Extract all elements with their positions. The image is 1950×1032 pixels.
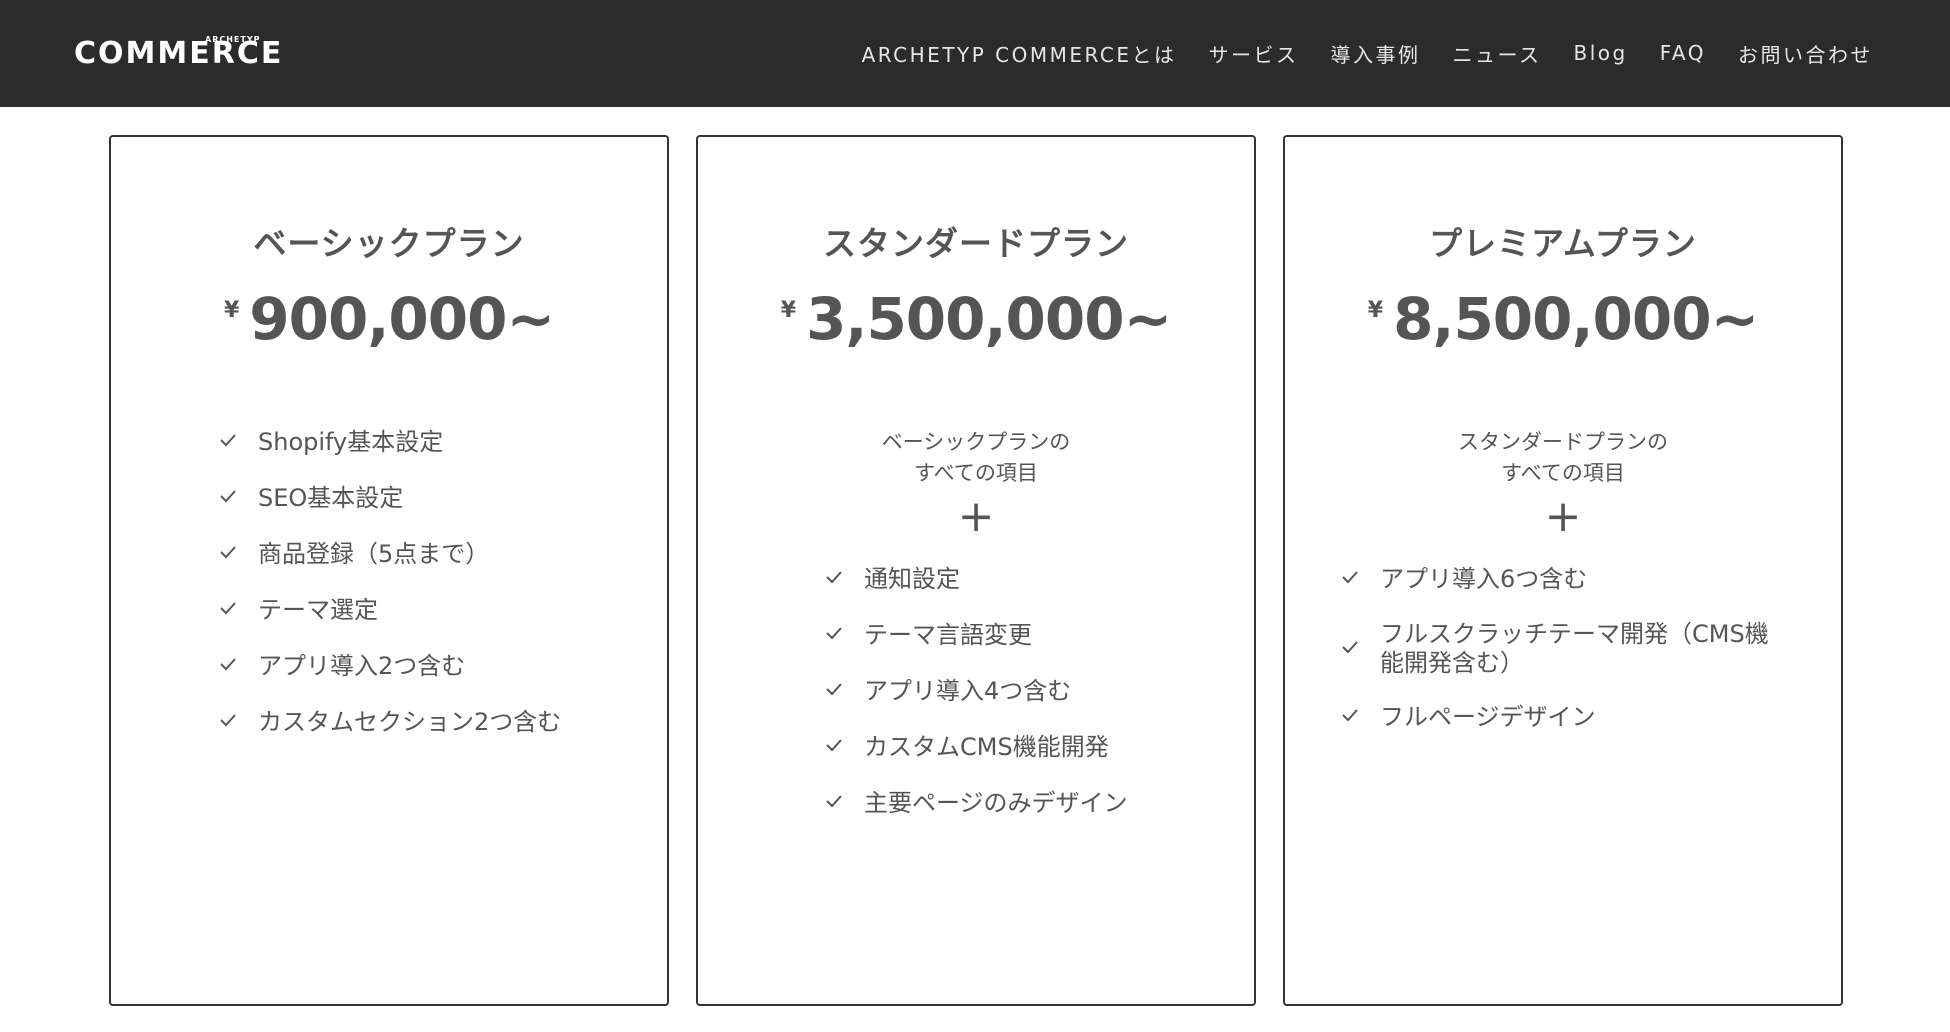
logo-subtitle: ARCHETYP bbox=[205, 35, 261, 44]
feature-item: テーマ言語変更 bbox=[826, 620, 1128, 650]
feature-item: フルページデザイン bbox=[1342, 702, 1782, 732]
check-icon bbox=[826, 794, 842, 808]
plan-card-standard: スタンダードプラン ¥3,500,000~ ベーシックプランの すべての項目 +… bbox=[696, 135, 1256, 1006]
check-icon bbox=[826, 738, 842, 752]
feature-label: カスタムCMS機能開発 bbox=[864, 733, 1109, 761]
feature-item: フルスクラッチテーマ開発（CMS機能開発含む） bbox=[1342, 620, 1782, 678]
feature-label: アプリ導入4つ含む bbox=[864, 677, 1072, 705]
includes-note-line1: スタンダードプランの bbox=[1458, 430, 1668, 454]
feature-label: アプリ導入2つ含む bbox=[258, 652, 466, 680]
feature-item: アプリ導入6つ含む bbox=[1342, 564, 1782, 594]
plan-card-basic: ベーシックプラン ¥900,000~ Shopify基本設定 SEO基本設定 商… bbox=[109, 135, 669, 1006]
check-icon bbox=[220, 489, 236, 503]
check-icon bbox=[1342, 570, 1358, 584]
feature-item: アプリ導入2つ含む bbox=[220, 651, 561, 681]
plan-card-premium: プレミアムプラン ¥8,500,000~ スタンダードプランの すべての項目 +… bbox=[1283, 135, 1843, 1006]
check-icon bbox=[220, 545, 236, 559]
currency-symbol: ¥ bbox=[223, 298, 240, 323]
plus-icon: + bbox=[957, 491, 995, 542]
nav-item-about[interactable]: ARCHETYP COMMERCEとは bbox=[862, 39, 1177, 68]
feature-label: 通知設定 bbox=[864, 565, 960, 593]
feature-label: テーマ選定 bbox=[258, 596, 378, 624]
nav-item-services[interactable]: サービス bbox=[1209, 39, 1299, 68]
feature-item: テーマ選定 bbox=[220, 595, 561, 625]
main-nav: ARCHETYP COMMERCEとは サービス 導入事例 ニュース Blog … bbox=[862, 38, 1873, 68]
price-amount: 900,000~ bbox=[249, 285, 555, 353]
includes-note: ベーシックプランの すべての項目 bbox=[698, 427, 1254, 489]
plan-price: ¥8,500,000~ bbox=[1285, 285, 1841, 353]
check-icon bbox=[1342, 640, 1358, 654]
currency-symbol: ¥ bbox=[780, 298, 797, 323]
check-icon bbox=[220, 657, 236, 671]
currency-symbol: ¥ bbox=[1367, 298, 1384, 323]
feature-label: カスタムセクション2つ含む bbox=[258, 708, 562, 736]
feature-label: テーマ言語変更 bbox=[864, 621, 1032, 649]
includes-note-line1: ベーシックプランの bbox=[881, 430, 1071, 454]
feature-label: 商品登録（5点まで） bbox=[258, 540, 490, 568]
site-header: COMMERCE ARCHETYP ARCHETYP COMMERCEとは サー… bbox=[0, 0, 1950, 107]
check-icon bbox=[826, 570, 842, 584]
nav-item-case-studies[interactable]: 導入事例 bbox=[1331, 39, 1421, 68]
plan-price: ¥3,500,000~ bbox=[698, 285, 1254, 353]
plan-name: ベーシックプラン bbox=[253, 224, 525, 263]
nav-item-faq[interactable]: FAQ bbox=[1660, 41, 1706, 65]
feature-label: SEO基本設定 bbox=[258, 484, 404, 512]
feature-item: 商品登録（5点まで） bbox=[220, 539, 561, 569]
feature-label: フルスクラッチテーマ開発（CMS機能開発含む） bbox=[1380, 620, 1769, 677]
check-icon bbox=[220, 713, 236, 727]
check-icon bbox=[1342, 708, 1358, 722]
includes-note-line2: すべての項目 bbox=[1501, 461, 1625, 485]
feature-item: カスタムCMS機能開発 bbox=[826, 732, 1128, 762]
plus-icon: + bbox=[1544, 491, 1582, 542]
includes-note-line2: すべての項目 bbox=[914, 461, 1038, 485]
includes-note: スタンダードプランの すべての項目 bbox=[1285, 427, 1841, 489]
feature-label: フルページデザイン bbox=[1380, 703, 1596, 731]
feature-item: Shopify基本設定 bbox=[220, 427, 561, 457]
check-icon bbox=[826, 626, 842, 640]
check-icon bbox=[220, 433, 236, 447]
feature-list: Shopify基本設定 SEO基本設定 商品登録（5点まで） テーマ選定 アプリ… bbox=[220, 427, 561, 763]
feature-item: 主要ページのみデザイン bbox=[826, 788, 1128, 818]
feature-label: Shopify基本設定 bbox=[258, 428, 444, 456]
check-icon bbox=[826, 682, 842, 696]
nav-item-blog[interactable]: Blog bbox=[1574, 41, 1628, 65]
feature-list: アプリ導入6つ含む フルスクラッチテーマ開発（CMS機能開発含む） フルページデ… bbox=[1342, 564, 1782, 758]
plan-name: スタンダードプラン bbox=[823, 224, 1129, 263]
feature-list: 通知設定 テーマ言語変更 アプリ導入4つ含む カスタムCMS機能開発 主要ページ… bbox=[826, 564, 1128, 844]
feature-label: アプリ導入6つ含む bbox=[1380, 565, 1588, 593]
nav-item-contact[interactable]: お問い合わせ bbox=[1738, 39, 1873, 68]
price-amount: 8,500,000~ bbox=[1393, 285, 1759, 353]
nav-item-news[interactable]: ニュース bbox=[1453, 39, 1542, 68]
feature-item: アプリ導入4つ含む bbox=[826, 676, 1128, 706]
price-amount: 3,500,000~ bbox=[806, 285, 1172, 353]
plan-name: プレミアムプラン bbox=[1429, 224, 1697, 263]
feature-label: 主要ページのみデザイン bbox=[864, 789, 1128, 817]
feature-item: 通知設定 bbox=[826, 564, 1128, 594]
check-icon bbox=[220, 601, 236, 615]
plan-price: ¥900,000~ bbox=[111, 285, 667, 353]
feature-item: SEO基本設定 bbox=[220, 483, 561, 513]
feature-item: カスタムセクション2つ含む bbox=[220, 707, 561, 737]
logo[interactable]: COMMERCE ARCHETYP bbox=[74, 32, 281, 76]
